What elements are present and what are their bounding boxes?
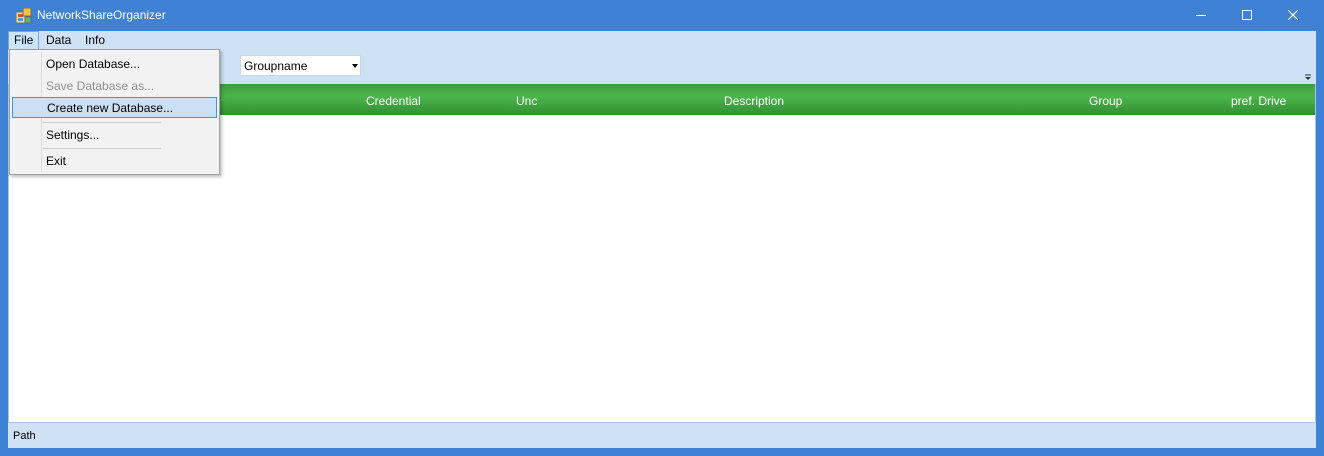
status-path-label: Path	[13, 430, 36, 442]
menu-item-open-database[interactable]: Open Database...	[12, 54, 217, 75]
menu-item-label: Open Database...	[46, 57, 141, 71]
menu-separator	[43, 122, 161, 123]
menu-item-save-database-as: Save Database as...	[12, 76, 217, 97]
minimize-icon	[1196, 15, 1206, 16]
close-icon	[1288, 10, 1298, 20]
status-bar: Path	[8, 422, 1316, 448]
menu-item-label: Exit	[46, 154, 67, 168]
window-title: NetworkShareOrganizer	[37, 8, 166, 22]
app-icon	[16, 8, 32, 24]
menu-item-exit[interactable]: Exit	[12, 151, 217, 172]
menu-data[interactable]: Data	[41, 32, 76, 49]
toolbar-overflow-icon[interactable]	[1304, 73, 1312, 81]
group-combo-value: Groupname	[244, 59, 308, 73]
column-header-group[interactable]: Group	[1089, 94, 1122, 108]
menu-item-label: Settings...	[46, 128, 100, 142]
menu-item-settings[interactable]: Settings...	[12, 125, 217, 146]
close-button[interactable]	[1270, 0, 1316, 31]
column-header-unc[interactable]: Unc	[516, 94, 537, 108]
menu-item-label: Create new Database...	[47, 101, 174, 115]
menu-file[interactable]: File	[8, 31, 40, 50]
menu-bar: File Data Info	[8, 31, 1316, 50]
column-header-pref-drive[interactable]: pref. Drive	[1231, 94, 1286, 108]
menu-info[interactable]: Info	[80, 32, 110, 49]
file-menu-dropdown: Open Database... Save Database as... Cre…	[9, 49, 220, 175]
menu-separator	[43, 148, 161, 149]
maximize-button[interactable]	[1224, 0, 1270, 31]
menu-item-create-new-database[interactable]: Create new Database...	[12, 97, 217, 118]
column-header-description[interactable]: Description	[724, 94, 784, 108]
group-combo[interactable]: Groupname	[240, 55, 361, 76]
title-bar[interactable]: NetworkShareOrganizer	[0, 0, 1324, 31]
menu-item-label: Save Database as...	[46, 79, 155, 93]
maximize-icon	[1242, 10, 1252, 20]
dropdown-arrow-icon[interactable]	[352, 64, 358, 68]
column-header-credential[interactable]: Credential	[366, 94, 421, 108]
app-window: NetworkShareOrganizer File Data Info g G…	[0, 0, 1324, 456]
minimize-button[interactable]	[1178, 0, 1224, 31]
